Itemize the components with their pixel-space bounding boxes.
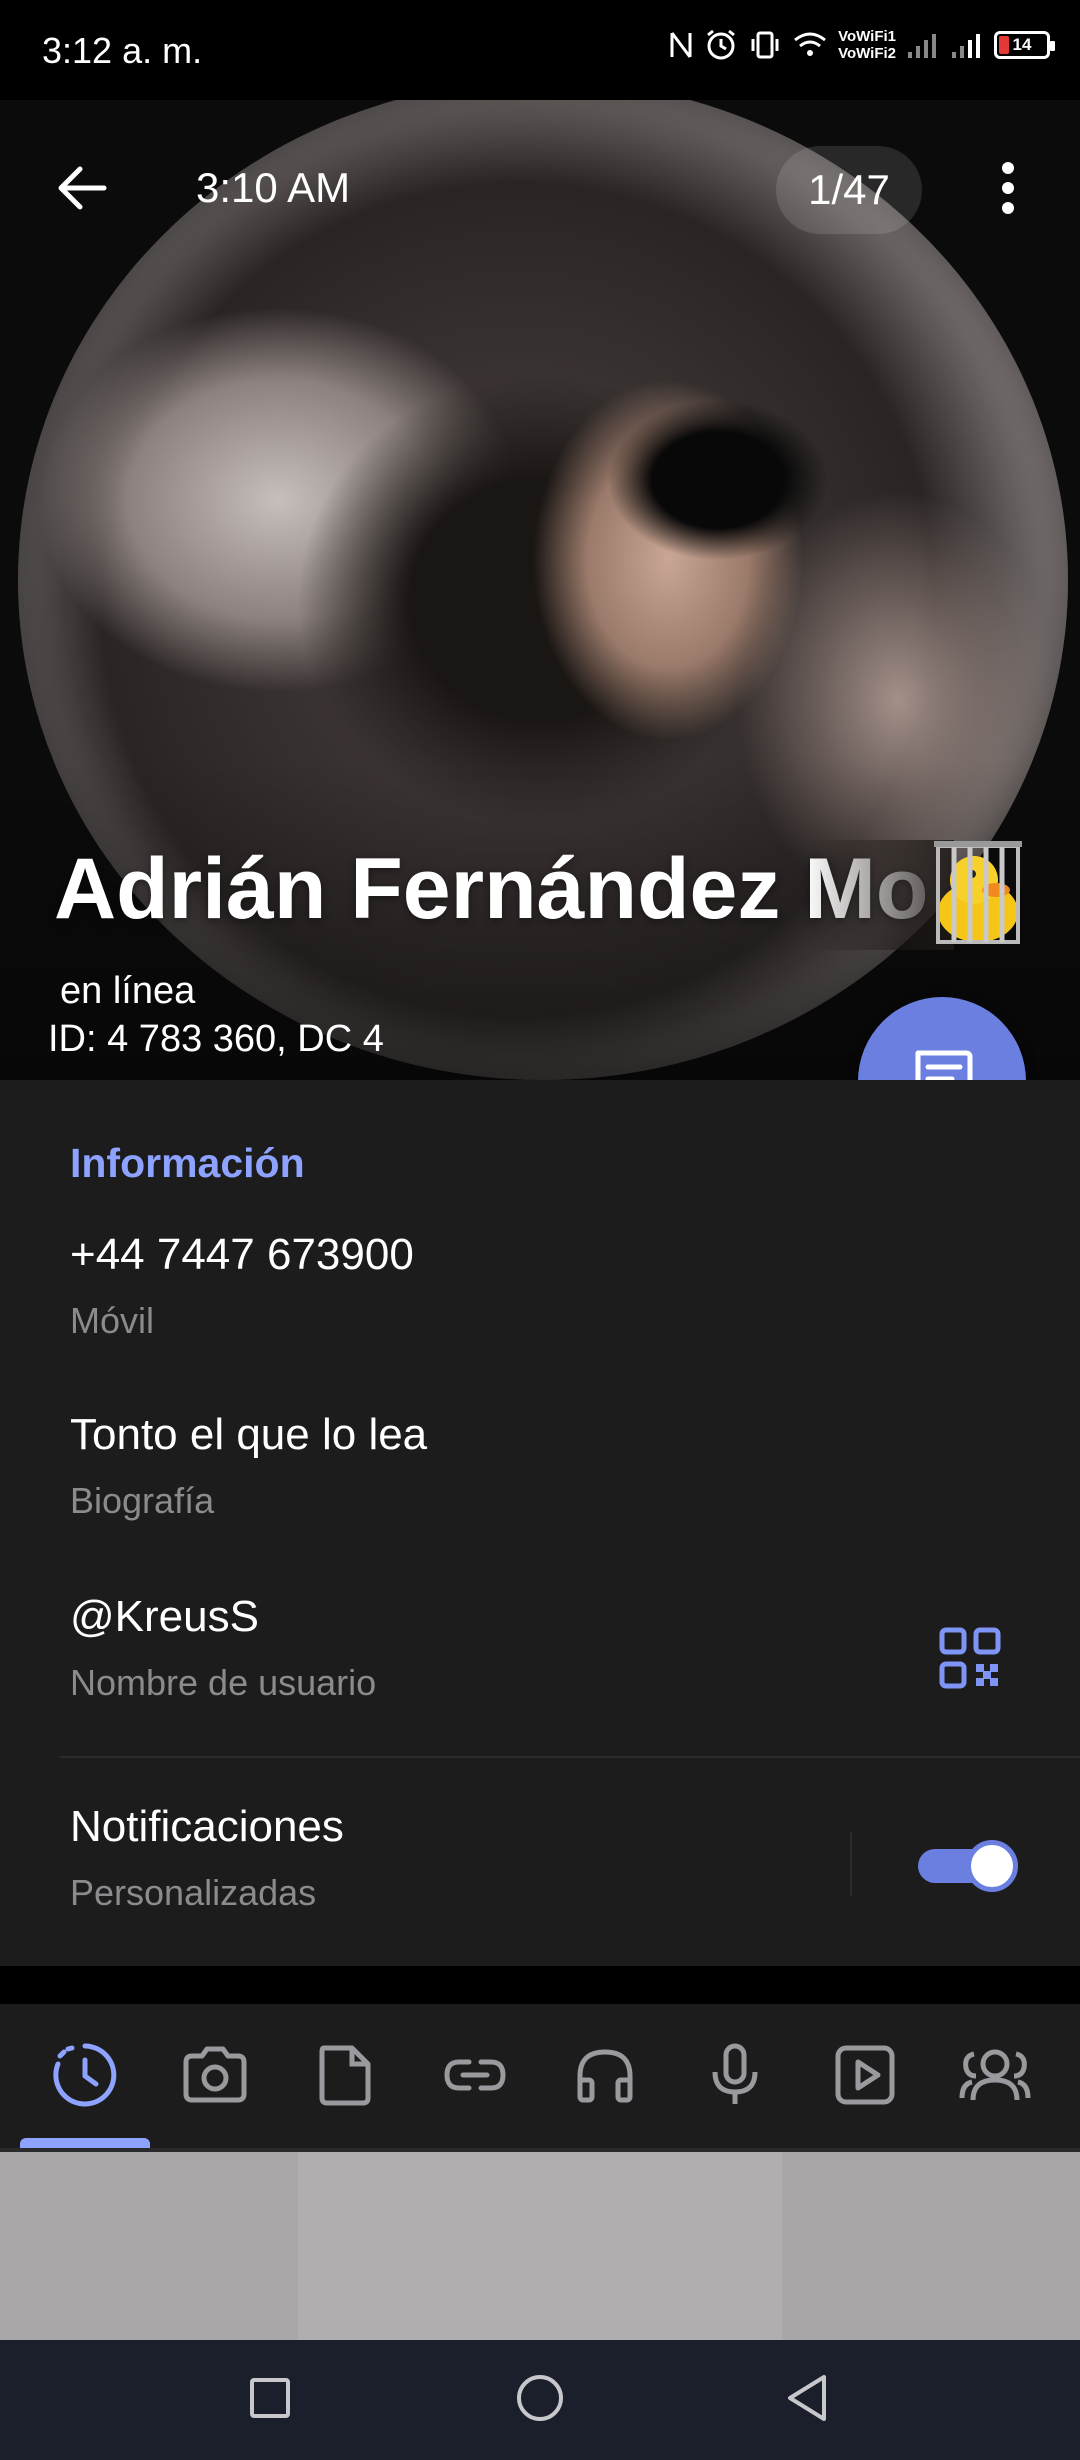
info-section-title: Información bbox=[70, 1140, 305, 1186]
video-play-icon bbox=[830, 2040, 900, 2115]
vibrate-icon bbox=[748, 28, 782, 62]
headphones-icon bbox=[570, 2040, 640, 2115]
recents-square-icon bbox=[248, 2376, 292, 2425]
duck-sticker-emoji bbox=[924, 838, 1032, 948]
tab-stories[interactable] bbox=[30, 2022, 140, 2132]
username: @KreusS bbox=[70, 1592, 259, 1641]
profile-header[interactable]: 3:10 AM 1/47 Adrián Fernández Mo en líne… bbox=[0, 100, 1080, 1080]
back-nav-button[interactable] bbox=[770, 2362, 846, 2438]
tab-files[interactable] bbox=[290, 2022, 400, 2132]
status-icons: VoWiFi1 VoWiFi2 14 bbox=[668, 28, 1055, 62]
status-time: 3:12 a. m. bbox=[42, 30, 203, 71]
photo-toolbar: 3:10 AM 1/47 bbox=[0, 100, 1080, 270]
wifi-calling-label: VoWiFi1 VoWiFi2 bbox=[838, 28, 896, 62]
media-thumbnail[interactable] bbox=[298, 2152, 782, 2340]
qr-code-icon bbox=[939, 1627, 1001, 1694]
profile-name: Adrián Fernández Mo bbox=[54, 840, 1034, 950]
online-status: en línea bbox=[60, 970, 196, 1012]
shared-media-grid bbox=[0, 2152, 1080, 2340]
media-thumbnail[interactable] bbox=[0, 2152, 296, 2340]
notifications-title: Notificaciones bbox=[70, 1802, 344, 1851]
tab-groups[interactable] bbox=[940, 2022, 1050, 2132]
groups-icon bbox=[958, 2040, 1032, 2115]
home-button[interactable] bbox=[502, 2362, 578, 2438]
tab-links[interactable] bbox=[420, 2022, 530, 2132]
camera-icon bbox=[180, 2040, 250, 2115]
notifications-label: Personalizadas bbox=[70, 1872, 317, 1913]
bio-text: Tonto el que lo lea bbox=[70, 1410, 428, 1459]
system-nav-bar bbox=[0, 2340, 1080, 2460]
back-arrow-icon bbox=[54, 160, 110, 221]
stories-icon bbox=[50, 2040, 120, 2115]
nfc-icon bbox=[668, 29, 694, 61]
signal-icon bbox=[950, 30, 984, 60]
photo-timestamp: 3:10 AM bbox=[196, 164, 351, 211]
back-button[interactable] bbox=[44, 152, 120, 228]
phone-row[interactable]: +44 7447 673900 Móvil bbox=[70, 1230, 990, 1342]
tab-gifs[interactable] bbox=[810, 2022, 920, 2132]
username-label: Nombre de usuario bbox=[70, 1662, 377, 1703]
alarm-icon bbox=[704, 28, 738, 62]
user-id: ID: 4 783 360, DC 4 bbox=[48, 1018, 384, 1060]
phone-number: +44 7447 673900 bbox=[70, 1230, 414, 1279]
signal-icon bbox=[906, 30, 940, 60]
back-triangle-icon bbox=[784, 2373, 832, 2428]
info-card: Información +44 7447 673900 Móvil Tonto … bbox=[0, 1080, 1080, 1966]
photo-counter: 1/47 bbox=[776, 146, 922, 234]
tab-voice[interactable] bbox=[680, 2022, 790, 2132]
divider bbox=[60, 1756, 1080, 1758]
more-vert-icon bbox=[1000, 161, 1016, 220]
recents-button[interactable] bbox=[232, 2362, 308, 2438]
file-icon bbox=[310, 2040, 380, 2115]
notifications-toggle[interactable] bbox=[914, 1835, 1018, 1893]
more-options-button[interactable] bbox=[984, 152, 1032, 228]
status-bar: 3:12 a. m. VoWiFi1 VoWiFi2 14 bbox=[0, 0, 1080, 100]
notifications-row[interactable]: Notificaciones Personalizadas bbox=[70, 1802, 830, 1914]
shared-media-tabs bbox=[0, 2004, 1080, 2152]
qr-code-button[interactable] bbox=[930, 1620, 1010, 1700]
battery-icon: 14 bbox=[994, 31, 1055, 59]
username-row[interactable]: @KreusS Nombre de usuario bbox=[70, 1592, 910, 1704]
link-icon bbox=[439, 2040, 511, 2115]
bio-label: Biografía bbox=[70, 1480, 215, 1521]
bio-row[interactable]: Tonto el que lo lea Biografía bbox=[70, 1410, 990, 1522]
tab-photos[interactable] bbox=[160, 2022, 270, 2132]
tab-music[interactable] bbox=[550, 2022, 660, 2132]
phone-label: Móvil bbox=[70, 1300, 155, 1341]
vertical-divider bbox=[850, 1832, 852, 1896]
media-thumbnail[interactable] bbox=[784, 2152, 1080, 2340]
home-circle-icon bbox=[515, 2373, 565, 2428]
microphone-icon bbox=[700, 2040, 770, 2115]
wifi-icon bbox=[792, 30, 828, 60]
